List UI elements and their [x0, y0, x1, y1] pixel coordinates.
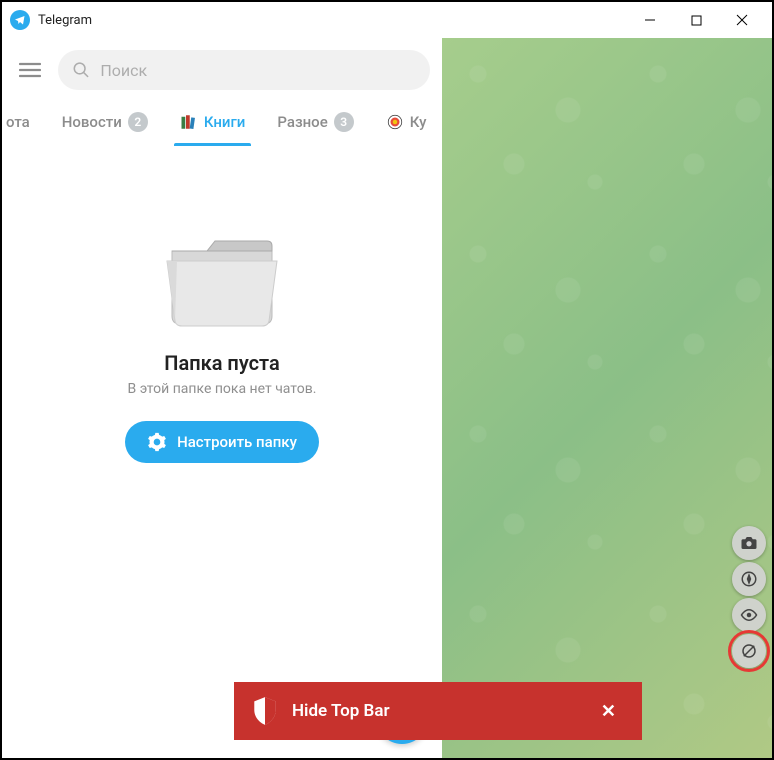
tab-label: Книги	[204, 113, 246, 131]
tab-misc[interactable]: Разное 3	[261, 98, 369, 146]
configure-folder-button[interactable]: Настроить папку	[125, 421, 319, 463]
tab-badge: 3	[334, 112, 354, 132]
telegram-logo-icon	[10, 10, 30, 30]
screenshot-toolbar	[732, 526, 766, 668]
hide-top-bar-notification[interactable]: Hide Top Bar ✕	[234, 682, 642, 740]
eye-tool-icon[interactable]	[732, 598, 766, 632]
configure-button-label: Настроить папку	[177, 433, 297, 451]
chat-list-pane: ота Новости 2 Книги Разное 3 Ку	[2, 38, 442, 758]
tab-badge: 2	[128, 112, 148, 132]
tab-label: ота	[6, 113, 30, 131]
tab-label: Новости	[62, 113, 122, 131]
close-notification-icon[interactable]: ✕	[593, 697, 624, 726]
tab-label: Разное	[277, 113, 327, 131]
camera-tool-icon[interactable]	[732, 526, 766, 560]
tab-news[interactable]: Новости 2	[46, 98, 164, 146]
chat-area	[442, 38, 772, 758]
folder-tabs: ота Новости 2 Книги Разное 3 Ку	[2, 98, 442, 146]
tab-books[interactable]: Книги	[164, 98, 262, 146]
tab-label: Ку	[410, 113, 427, 131]
target-icon	[386, 113, 404, 131]
menu-button[interactable]	[14, 54, 46, 86]
search-icon	[72, 60, 90, 80]
empty-folder-icon	[157, 216, 287, 331]
empty-folder-state: Папка пуста В этой папке пока нет чатов.…	[2, 146, 442, 758]
search-field[interactable]	[58, 50, 430, 90]
maximize-button[interactable]	[682, 6, 710, 34]
crossed-tool-icon[interactable]	[732, 634, 766, 668]
empty-title: Папка пуста	[164, 351, 279, 375]
minimize-button[interactable]	[636, 6, 664, 34]
close-button[interactable]	[728, 6, 756, 34]
empty-subtitle: В этой папке пока нет чатов.	[128, 381, 317, 397]
hide-bar-text: Hide Top Bar	[292, 701, 593, 721]
shield-icon	[252, 696, 278, 726]
search-input[interactable]	[100, 61, 416, 80]
compass-tool-icon[interactable]	[732, 562, 766, 596]
app-title: Telegram	[38, 13, 92, 28]
gear-icon	[147, 432, 167, 452]
tab-ku[interactable]: Ку	[370, 98, 442, 146]
tab-work[interactable]: ота	[6, 98, 46, 146]
window-controls	[636, 6, 764, 34]
books-icon	[180, 113, 198, 131]
window-titlebar: Telegram	[2, 2, 772, 38]
